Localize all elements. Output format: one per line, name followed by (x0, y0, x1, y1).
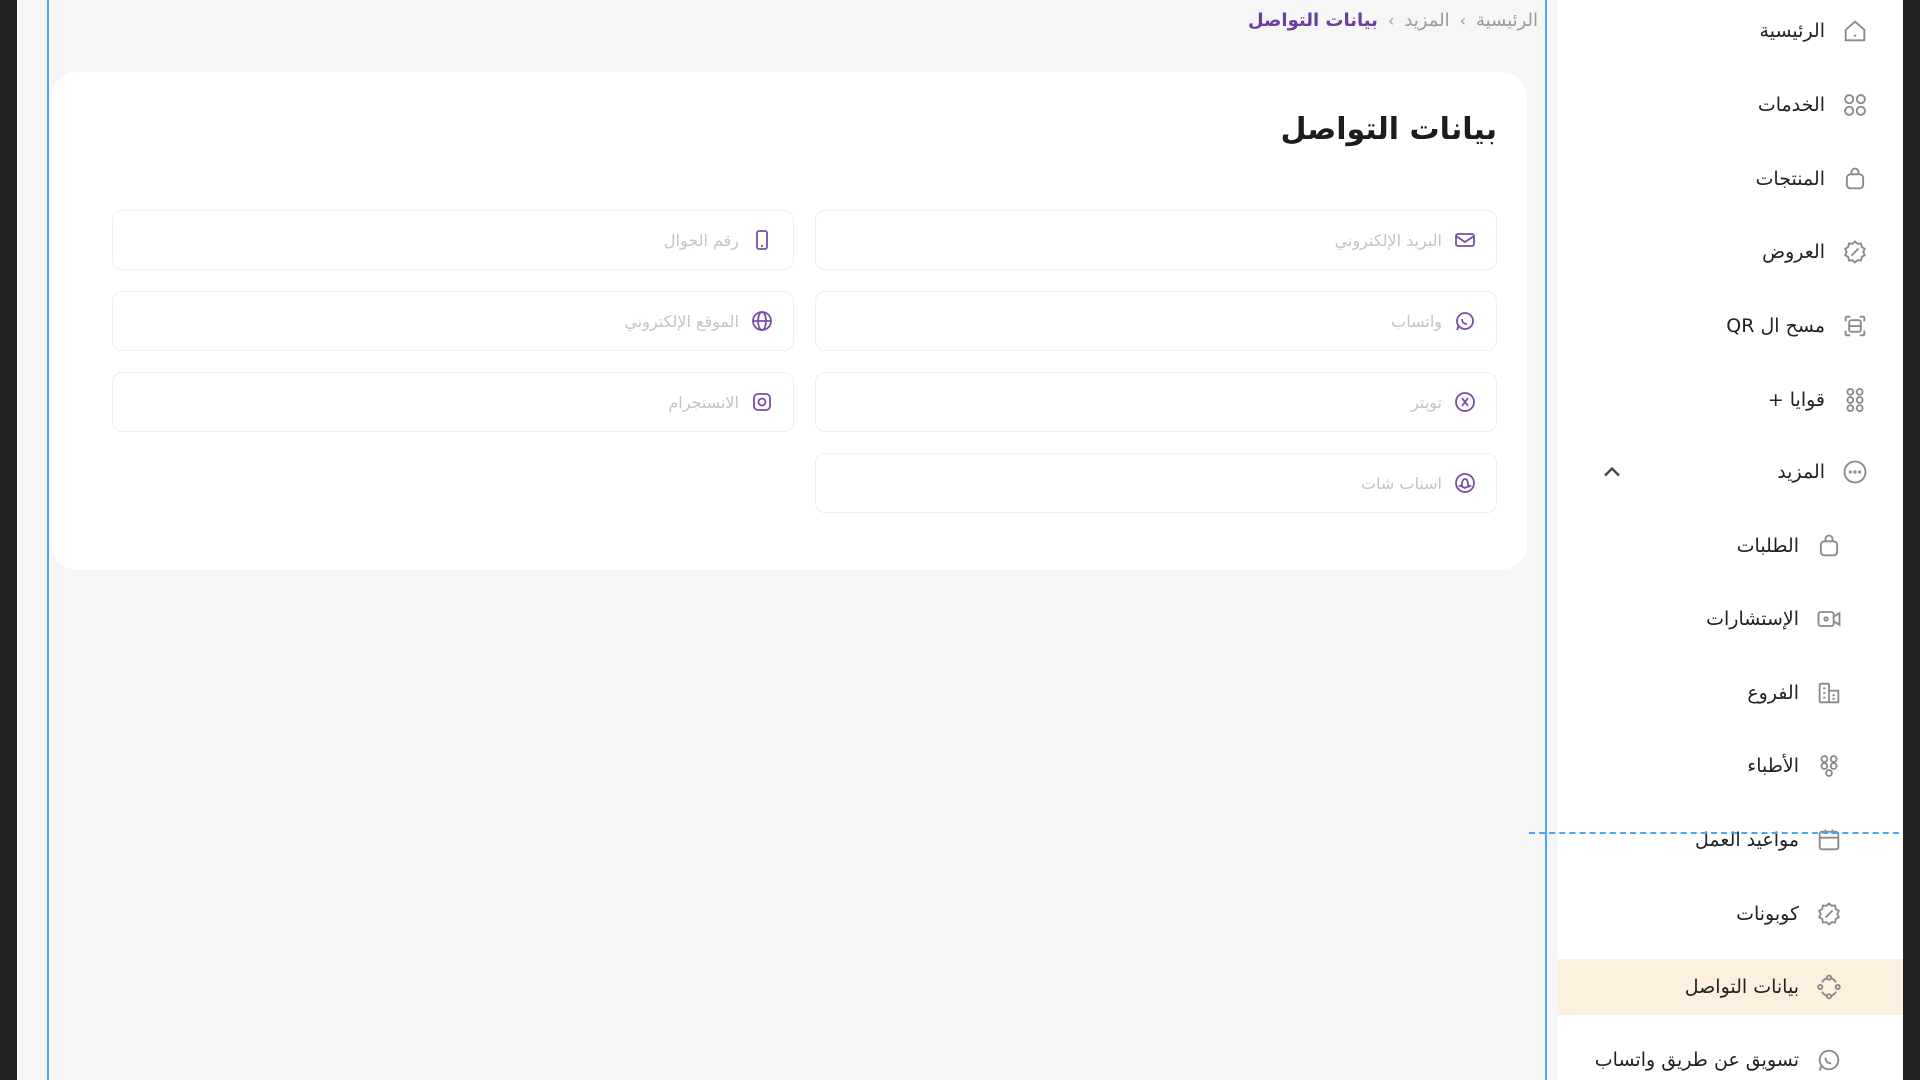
sidebar-item-label: الرئيسية (1759, 20, 1825, 42)
bag-icon (1839, 163, 1871, 195)
phone-field[interactable] (112, 210, 794, 270)
snapchat-field[interactable] (815, 453, 1497, 513)
instagram-input[interactable] (113, 392, 739, 412)
sidebar-item-label: العروض (1762, 241, 1825, 263)
bag-icon (1813, 530, 1845, 562)
sidebar-item-services[interactable]: الخدمات (1558, 77, 1903, 133)
sidebar-item-label: المزيد (1777, 461, 1825, 483)
breadcrumb-home[interactable]: الرئيسية (1476, 10, 1538, 31)
whatsapp-icon (1813, 1044, 1845, 1076)
sidebar-item-home[interactable]: الرئيسية (1558, 3, 1903, 59)
app-window: الرئيسية › المزيد › بيانات التواصل بيانا… (17, 0, 1903, 1080)
people-icon (1813, 750, 1845, 782)
sidebar-item-coupons[interactable]: كوبونات (1558, 886, 1903, 942)
snapchat-input[interactable] (816, 473, 1442, 493)
page-title: بيانات التواصل (1280, 112, 1497, 147)
mobile-icon (749, 227, 775, 253)
breadcrumb-current: بيانات التواصل (1247, 9, 1378, 31)
sidebar-item-label: مواعيد العمل (1695, 829, 1799, 851)
coupon-icon (1813, 898, 1845, 930)
sidebar-item-label: تسويق عن طريق واتساب (1594, 1049, 1799, 1071)
email-input[interactable] (816, 230, 1442, 250)
breadcrumb-separator: › (1387, 10, 1395, 30)
breadcrumb: الرئيسية › المزيد › بيانات التواصل (1248, 8, 1538, 32)
sidebar-item-label: الطلبات (1736, 535, 1799, 557)
sidebar-item-working-hours[interactable]: مواعيد العمل (1558, 812, 1903, 868)
sidebar-item-label: الإستشارات (1706, 608, 1799, 630)
sidebar-item-consultations[interactable]: الإستشارات (1558, 591, 1903, 647)
sidebar-item-qr-scan[interactable]: مسح ال QR (1558, 298, 1903, 354)
breadcrumb-more[interactable]: المزيد (1404, 10, 1449, 31)
sidebar-item-orders[interactable]: الطلبات (1558, 518, 1903, 574)
sidebar-item-label: الفروع (1747, 682, 1799, 704)
instagram-icon (749, 389, 775, 415)
chevron-up-icon[interactable] (1598, 458, 1626, 486)
home-icon (1839, 15, 1871, 47)
mail-icon (1452, 227, 1478, 253)
calendar-icon (1813, 824, 1845, 856)
qr-scan-icon (1839, 310, 1871, 342)
sidebar-item-doctors[interactable]: الأطباء (1558, 738, 1903, 794)
x-icon (1452, 389, 1478, 415)
phone-input[interactable] (113, 230, 739, 250)
twitter-input[interactable] (816, 392, 1442, 412)
breadcrumb-separator: › (1459, 10, 1466, 30)
twitter-field[interactable] (815, 372, 1497, 432)
website-input[interactable] (113, 311, 739, 331)
website-field[interactable] (112, 291, 794, 351)
instagram-field[interactable] (112, 372, 794, 432)
contact-card: بيانات التواصل (51, 72, 1527, 570)
more-icon (1839, 456, 1871, 488)
sidebar-item-more[interactable]: المزيد (1558, 444, 1903, 500)
sidebar-item-label: قوايا + (1767, 389, 1825, 411)
sidebar-item-whatsapp-marketing[interactable]: تسويق عن طريق واتساب (1558, 1032, 1903, 1080)
sidebar-item-label: المنتجات (1755, 168, 1825, 190)
sidebar-item-products[interactable]: المنتجات (1558, 151, 1903, 207)
contact-icon (1813, 971, 1845, 1003)
snapchat-icon (1452, 470, 1478, 496)
building-icon (1813, 677, 1845, 709)
whatsapp-icon (1452, 308, 1478, 334)
sidebar-item-label: مسح ال QR (1726, 315, 1825, 337)
discount-icon (1839, 236, 1871, 268)
sidebar-item-label: كوبونات (1736, 903, 1799, 925)
sidebar-item-qawaya[interactable]: قوايا + (1558, 372, 1903, 428)
sidebar: الرئيسية الخدمات المنتجات العروض مسح ال … (1558, 0, 1903, 1080)
sidebar-item-contact-info[interactable]: بيانات التواصل (1558, 959, 1903, 1015)
email-field[interactable] (815, 210, 1497, 270)
grid-icon (1839, 89, 1871, 121)
sidebar-item-offers[interactable]: العروض (1558, 224, 1903, 280)
sidebar-item-label: بيانات التواصل (1684, 976, 1799, 998)
globe-icon (749, 308, 775, 334)
video-icon (1813, 603, 1845, 635)
sidebar-item-label: الخدمات (1757, 94, 1825, 116)
whatsapp-field[interactable] (815, 291, 1497, 351)
whatsapp-input[interactable] (816, 311, 1442, 331)
apps-icon (1839, 384, 1871, 416)
sidebar-item-label: الأطباء (1747, 755, 1799, 777)
sidebar-item-branches[interactable]: الفروع (1558, 665, 1903, 721)
